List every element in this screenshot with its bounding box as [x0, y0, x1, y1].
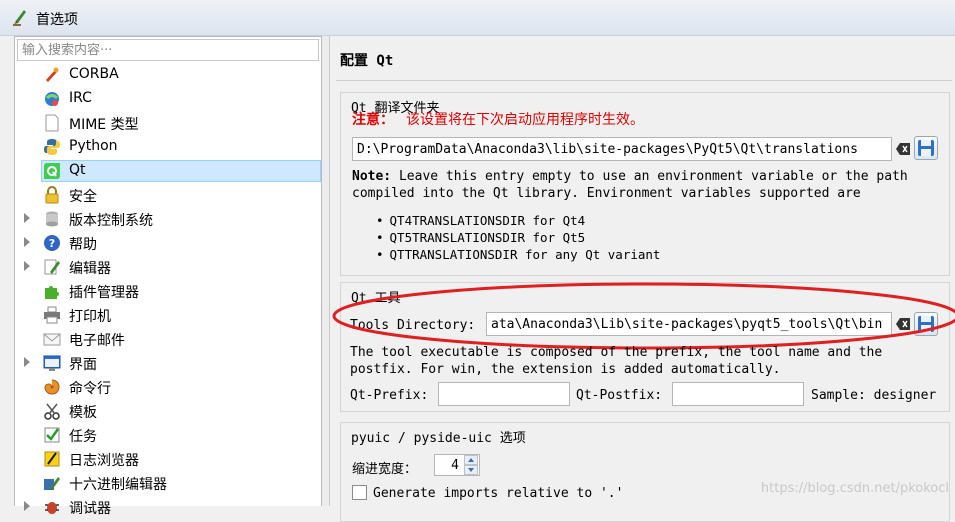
- help-icon: ?: [44, 235, 60, 251]
- vcs-icon: [46, 211, 58, 227]
- sidebar-item-qt[interactable]: Qt: [15, 159, 321, 183]
- search-input[interactable]: [18, 40, 318, 60]
- sidebar-item-corba[interactable]: CORBA: [15, 63, 321, 87]
- editor-icon: [44, 259, 60, 275]
- sidebar-item-help[interactable]: ? 帮助: [15, 231, 321, 255]
- sidebar-item-debugger[interactable]: 调试器: [15, 495, 321, 519]
- python-icon: [44, 139, 60, 155]
- hex-icon: [44, 477, 60, 490]
- list-item: QT5TRANSLATIONSDIR for Qt5: [376, 229, 660, 246]
- sidebar-item-plugin-manager[interactable]: 插件管理器: [15, 279, 321, 303]
- note-line-2: compiled into the Qt library. Environmen…: [352, 186, 861, 201]
- floppy-icon: [918, 140, 934, 156]
- tools-directory-field[interactable]: [486, 312, 892, 336]
- translations-path-field[interactable]: [352, 137, 892, 161]
- sidebar-item-email[interactable]: 电子邮件: [15, 327, 321, 351]
- tools-directory-input[interactable]: [487, 313, 891, 335]
- search-box[interactable]: [17, 39, 319, 61]
- list-item: QTTRANSLATIONSDIR for any Qt variant: [376, 246, 661, 263]
- watermark: https://blog.csdn.net/pkokocl: [760, 481, 949, 496]
- generate-imports-label: Generate imports relative to '.': [373, 486, 624, 501]
- notice-text: 该设置将在下次启动应用程序时生效。: [406, 112, 644, 128]
- mime-icon: [45, 114, 59, 132]
- qt-prefix-input[interactable]: [439, 383, 569, 405]
- expand-arrow-icon[interactable]: [24, 237, 30, 247]
- indent-label: 缩进宽度：: [352, 462, 418, 477]
- group-title: Qt 工具: [351, 291, 401, 306]
- irc-icon: [45, 92, 59, 106]
- title-divider: [336, 80, 952, 81]
- log-icon: [44, 451, 60, 467]
- shell-icon: [44, 379, 60, 395]
- sidebar-item-hex-editor[interactable]: 十六进制编辑器: [15, 471, 321, 495]
- clear-icon[interactable]: [896, 318, 910, 330]
- browse-tools-button[interactable]: [914, 312, 938, 336]
- indent-spinbox[interactable]: 4: [434, 454, 480, 476]
- plugin-icon: [45, 286, 59, 299]
- sidebar-item-editor[interactable]: 编辑器: [15, 255, 321, 279]
- group-title: pyuic / pyside-uic 选项: [351, 431, 526, 446]
- note-label: Note:: [352, 169, 392, 184]
- sidebar-item-tasks[interactable]: 任务: [15, 423, 321, 447]
- qt-postfix-field[interactable]: [672, 382, 804, 406]
- email-icon: [43, 333, 61, 346]
- qt-prefix-label: Qt-Prefix:: [350, 388, 429, 403]
- generate-imports-checkbox[interactable]: [352, 485, 367, 500]
- browse-translations-button[interactable]: [914, 136, 938, 160]
- expand-arrow-icon[interactable]: [24, 213, 30, 223]
- clear-icon[interactable]: [896, 143, 910, 155]
- translations-path-input[interactable]: [353, 138, 891, 160]
- lock-icon: [45, 186, 59, 204]
- notice-label: 注意：: [352, 112, 394, 128]
- sidebar-item-vcs[interactable]: 版本控制系统: [15, 207, 321, 231]
- sidebar-item-shell[interactable]: 命令行: [15, 375, 321, 399]
- sidebar-item-templates[interactable]: 模板: [15, 399, 321, 423]
- interface-icon: [43, 355, 61, 371]
- sidebar-item-python[interactable]: Python: [15, 135, 321, 159]
- qt-postfix-input[interactable]: [673, 383, 803, 405]
- floppy-icon: [918, 316, 934, 332]
- spin-up-icon[interactable]: [464, 455, 478, 465]
- splitter[interactable]: [322, 36, 329, 506]
- svg-text:?: ?: [49, 237, 55, 250]
- sidebar-item-security[interactable]: 安全: [15, 183, 321, 207]
- app-icon: [13, 10, 26, 26]
- sidebar-item-interface[interactable]: 界面: [15, 351, 321, 375]
- expand-arrow-icon[interactable]: [24, 357, 30, 367]
- restart-notice: 注意： 该设置将在下次启动应用程序时生效。: [352, 109, 644, 129]
- qt-prefix-field[interactable]: [438, 382, 570, 406]
- spin-down-icon[interactable]: [464, 465, 478, 475]
- printer-icon: [44, 306, 60, 324]
- translations-note: Note: Leave this entry empty to use an e…: [352, 168, 908, 202]
- sidebar-item-printer[interactable]: 打印机: [15, 303, 321, 327]
- sidebar-item-mime[interactable]: MIME 类型: [15, 111, 321, 135]
- sidebar-item-log-viewer[interactable]: 日志浏览器: [15, 447, 321, 471]
- qt-icon: [44, 163, 60, 179]
- desc-line-2: postfix. For win, the extension is added…: [350, 362, 781, 377]
- indent-value: 4: [451, 458, 459, 473]
- title-bar: 首选项: [0, 0, 955, 36]
- tasks-icon: [44, 427, 60, 443]
- debugger-icon: [45, 502, 59, 514]
- expand-arrow-icon[interactable]: [24, 261, 30, 271]
- sample-text: Sample: designer: [811, 388, 937, 403]
- templates-icon: [44, 403, 60, 420]
- sidebar-item-irc[interactable]: IRC: [15, 87, 321, 111]
- pyuic-group: pyuic / pyside-uic 选项: [340, 422, 950, 522]
- tools-description: The tool executable is composed of the p…: [350, 344, 882, 378]
- window-title: 首选项: [36, 12, 78, 28]
- list-item: QT4TRANSLATIONSDIR for Qt4: [376, 212, 660, 229]
- corba-icon: [46, 67, 59, 82]
- settings-page: 配置 Qt Qt 翻译文件夹 注意：该设置将在下次启动应用程序时生效。 Note…: [329, 36, 955, 522]
- note-line-1: Leave this entry empty to use an environ…: [391, 169, 908, 184]
- env-var-list: QT4TRANSLATIONSDIR for Qt4 QT5TRANSLATIO…: [376, 212, 661, 263]
- qt-postfix-label: Qt-Postfix:: [576, 388, 663, 403]
- desc-line-1: The tool executable is composed of the p…: [350, 345, 883, 360]
- expand-arrow-icon[interactable]: [24, 501, 30, 511]
- tools-directory-label: Tools Directory:: [350, 318, 476, 333]
- sidebar: CORBA IRC MIME 类型 Python Qt 安全 版本控制系统: [14, 36, 322, 517]
- page-title: 配置 Qt: [340, 53, 394, 69]
